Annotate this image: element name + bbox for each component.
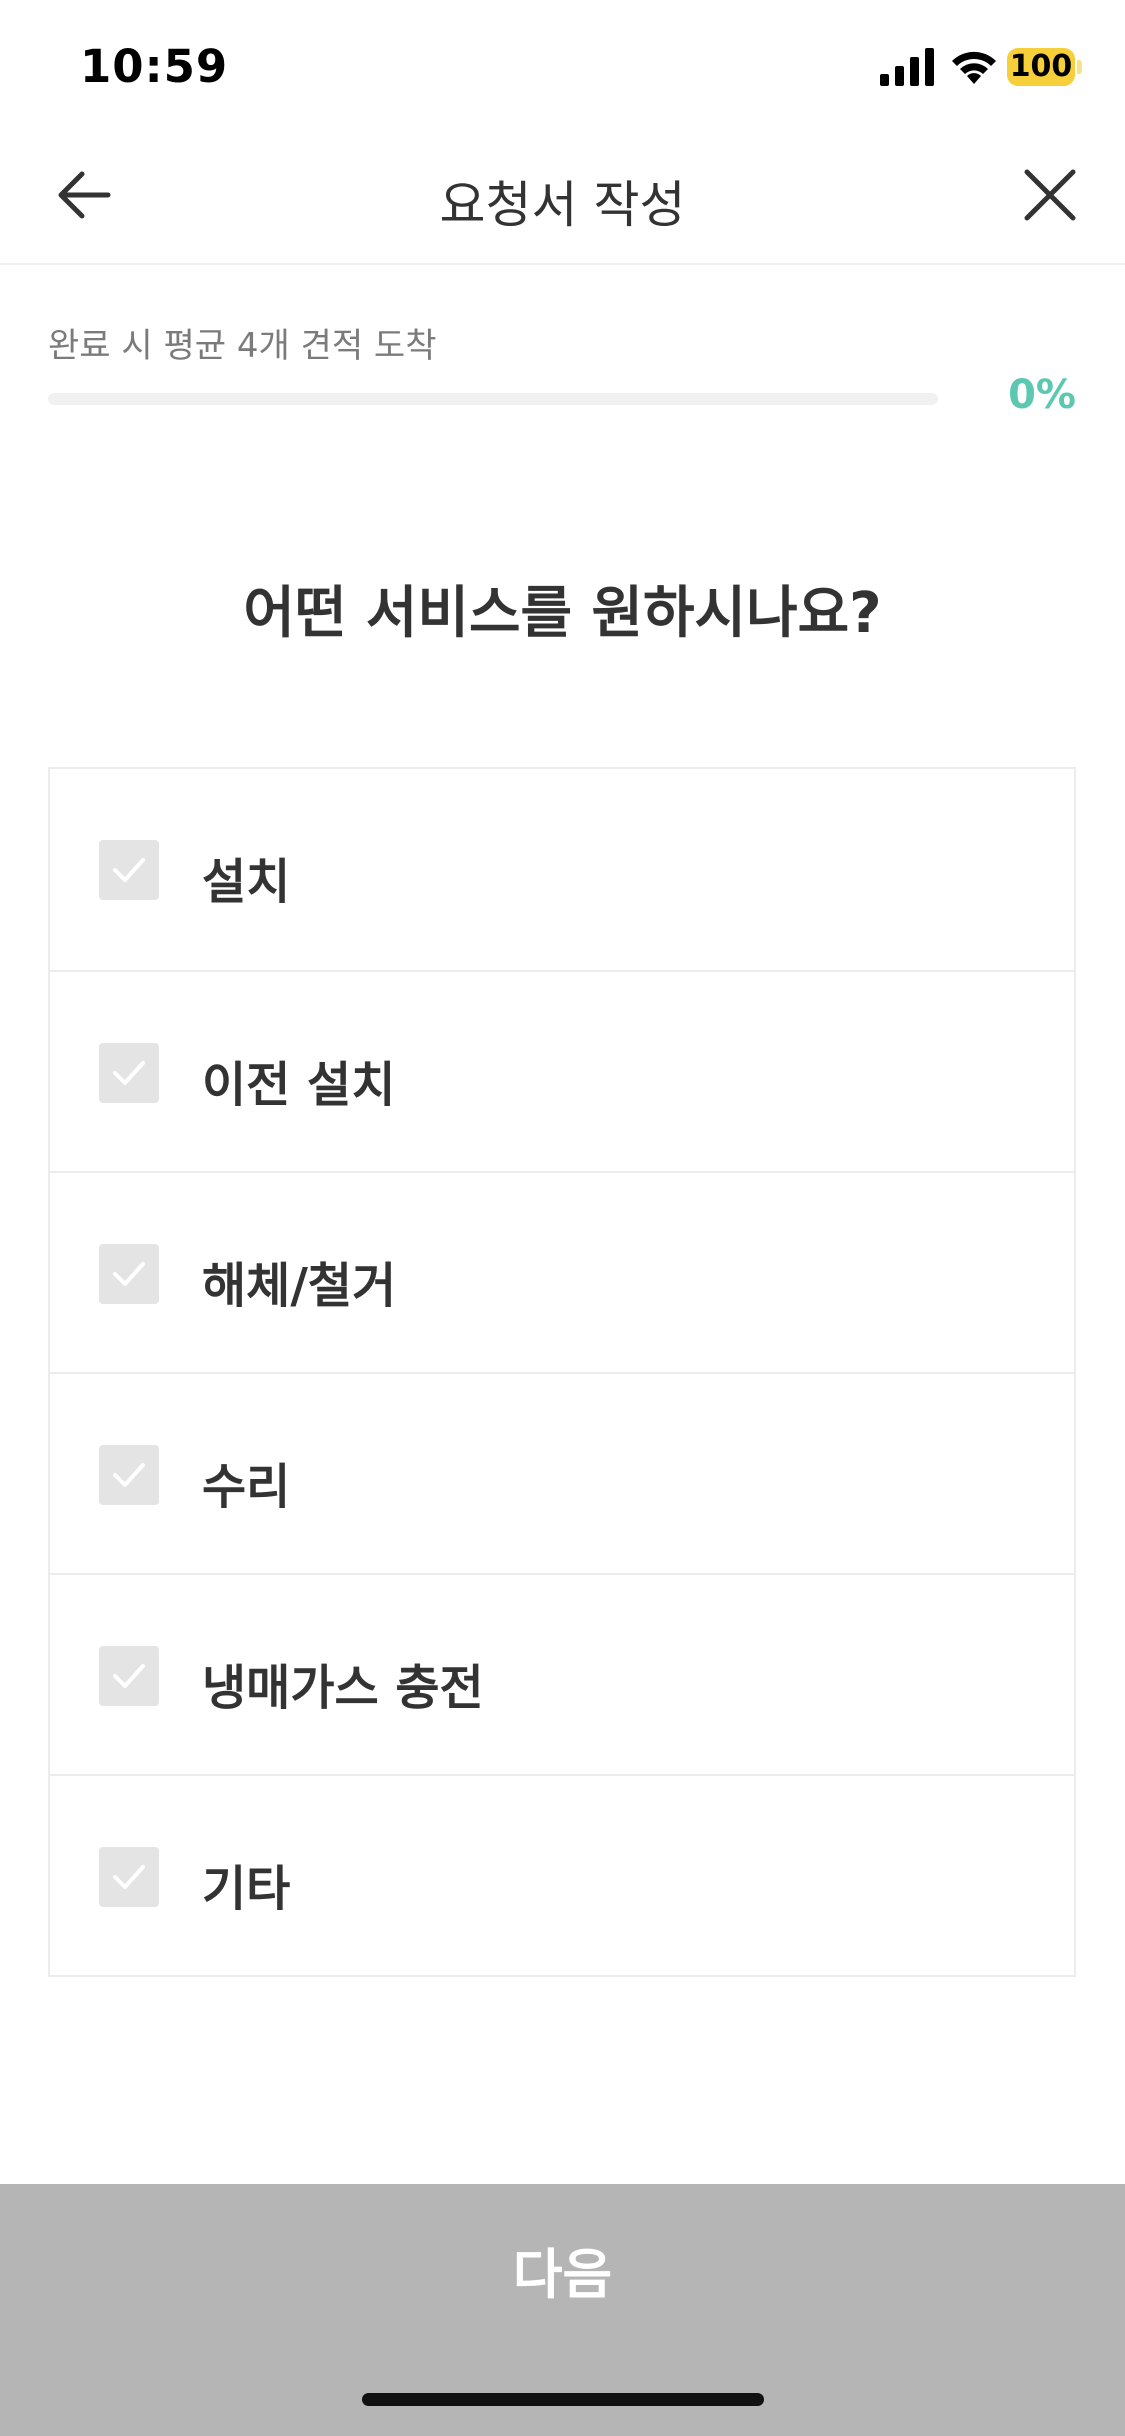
- checkbox[interactable]: [99, 1646, 159, 1706]
- service-request-screen: 10:59 100 요청서 작성 완료 시 평균 4개 견적 도착 0% 어떤 …: [0, 0, 1125, 2436]
- progress-caption: 완료 시 평균 4개 견적 도착: [48, 326, 437, 366]
- wifi-icon: [952, 51, 996, 84]
- page-title: 요청서 작성: [439, 176, 686, 234]
- check-icon: [113, 1463, 145, 1487]
- checkbox[interactable]: [99, 1043, 159, 1103]
- home-indicator: [362, 2393, 764, 2406]
- option-repair[interactable]: 수리: [50, 1372, 1074, 1573]
- progress-percent: 0%: [1008, 372, 1076, 418]
- progress-bar: [48, 393, 938, 405]
- checkbox[interactable]: [99, 840, 159, 900]
- option-label: 해체/철거: [202, 1258, 397, 1314]
- option-label: 기타: [202, 1861, 291, 1917]
- checkbox[interactable]: [99, 1847, 159, 1907]
- checkbox[interactable]: [99, 1445, 159, 1505]
- check-icon: [113, 1262, 145, 1286]
- option-label: 수리: [202, 1459, 291, 1515]
- close-icon[interactable]: [1015, 160, 1085, 230]
- option-refrigerant-charge[interactable]: 냉매가스 충전: [50, 1573, 1074, 1774]
- option-label: 이전 설치: [202, 1057, 396, 1113]
- status-time: 10:59: [80, 40, 229, 93]
- battery-tip: [1077, 60, 1082, 74]
- checkbox[interactable]: [99, 1244, 159, 1304]
- status-bar: 10:59 100: [0, 0, 1125, 135]
- check-icon: [113, 1664, 145, 1688]
- nav-bar: 요청서 작성: [0, 135, 1125, 265]
- next-button-label: 다음: [512, 2243, 613, 2306]
- option-other[interactable]: 기타: [50, 1774, 1074, 1975]
- option-removal[interactable]: 해체/철거: [50, 1171, 1074, 1372]
- battery-icon: 100: [1007, 48, 1075, 86]
- option-relocation-install[interactable]: 이전 설치: [50, 970, 1074, 1171]
- check-icon: [113, 1865, 145, 1889]
- check-icon: [113, 858, 145, 882]
- check-icon: [113, 1061, 145, 1085]
- option-install[interactable]: 설치: [50, 769, 1074, 970]
- option-label: 냉매가스 충전: [202, 1660, 484, 1716]
- cellular-signal-icon: [880, 48, 934, 86]
- service-options-list: 설치 이전 설치 해체/철거 수리 냉매가스 충전 기타: [48, 767, 1076, 1977]
- option-label: 설치: [202, 854, 291, 910]
- question-title: 어떤 서비스를 원하시나요?: [243, 581, 882, 646]
